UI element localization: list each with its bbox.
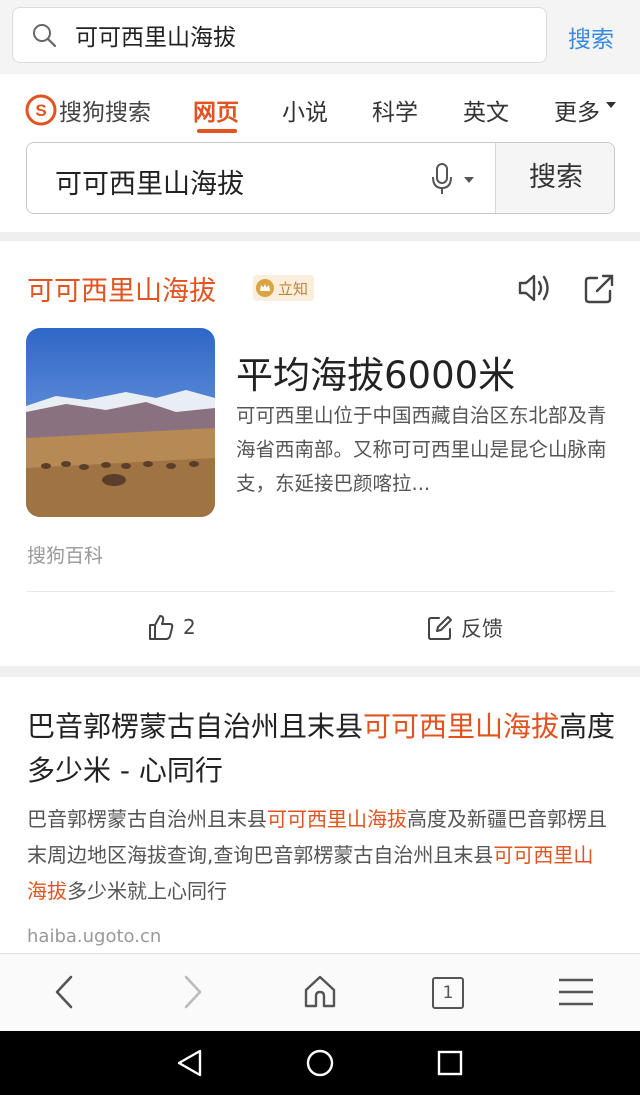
result-snippet: 巴音郭楞蒙古自治州且末县可可西里山海拔高度及新疆巴音郭楞且末周边地区海拔查询,查… [27, 801, 612, 909]
crown-icon [256, 279, 274, 297]
android-recents-icon[interactable] [434, 1047, 466, 1079]
back-icon[interactable] [45, 972, 85, 1012]
search-icon [33, 24, 57, 48]
thumbs-up-icon [149, 615, 174, 640]
top-search-button[interactable]: 搜索 [568, 20, 614, 54]
result-title[interactable]: 可可西里山海拔 [27, 269, 216, 308]
tab-novel[interactable]: 小说 [282, 93, 328, 127]
edit-icon [428, 616, 452, 640]
speaker-icon[interactable] [516, 271, 552, 305]
sogou-logo-icon: S [25, 94, 57, 126]
sogou-header: S 搜狗搜索 网页 小说 科学 英文 更多 可可西里山海拔 搜索 [0, 74, 640, 232]
landscape-image [26, 328, 215, 517]
browser-bottom-bar [0, 953, 640, 1031]
search-button[interactable]: 搜索 [495, 143, 614, 213]
home-icon[interactable] [300, 972, 340, 1012]
android-back-icon[interactable] [174, 1047, 206, 1079]
menu-icon[interactable] [556, 972, 596, 1012]
sogou-logo[interactable]: S 搜狗搜索 [25, 93, 151, 127]
like-count: 2 [183, 615, 196, 639]
active-tab-indicator [197, 129, 237, 133]
badge-label: 立知 [278, 279, 309, 298]
search-input[interactable]: 可可西里山海拔 [55, 162, 244, 201]
android-nav-bar [0, 1031, 640, 1095]
like-button[interactable]: 2 [147, 613, 196, 641]
more-dropdown-icon[interactable] [606, 102, 616, 108]
title-text: 巴音郭楞蒙古自治州且末县 [27, 710, 364, 743]
feedback-button[interactable]: 反馈 [427, 613, 503, 643]
title-highlight: 可可西里山海拔 [363, 710, 560, 743]
result-source[interactable]: 搜狗百科 [27, 541, 103, 568]
snippet-text: 巴音郭楞蒙古自治州且末县 [27, 807, 267, 831]
result-url[interactable]: haiba.ugoto.cn [27, 926, 161, 947]
browser-top-bar: 可可西里山海拔 搜索 [0, 0, 640, 74]
divider [27, 591, 615, 592]
android-home-icon[interactable] [304, 1047, 336, 1079]
result-title-link[interactable]: 巴音郭楞蒙古自治州且末县可可西里山海拔高度多少米 - 心同行 [27, 705, 617, 793]
feedback-label: 反馈 [461, 617, 503, 641]
sogou-logo-text: 搜狗搜索 [59, 100, 151, 126]
mic-icon[interactable] [429, 162, 455, 196]
share-icon[interactable] [583, 273, 615, 305]
tab-more[interactable]: 更多 [554, 93, 600, 127]
snippet-text: 多少米就上心同行 [67, 879, 227, 903]
tab-count-button[interactable]: 1 [432, 977, 464, 1009]
snippet-highlight: 可可西里山海拔 [267, 807, 407, 831]
lizhi-badge: 立知 [253, 275, 315, 301]
result-thumbnail[interactable] [26, 328, 215, 517]
address-bar[interactable]: 可可西里山海拔 [12, 7, 547, 63]
result-card: 巴音郭楞蒙古自治州且末县可可西里山海拔高度多少米 - 心同行 巴音郭楞蒙古自治州… [0, 677, 640, 953]
answer-description: 可可西里山位于中国西藏自治区东北部及青海省西南部。又称可可西里山是昆仑山脉南支，… [236, 404, 607, 495]
tab-science[interactable]: 科学 [372, 93, 418, 127]
tab-web[interactable]: 网页 [193, 93, 239, 127]
svg-text:S: S [35, 101, 46, 120]
sogou-search-box: 可可西里山海拔 搜索 [26, 142, 615, 214]
knowledge-card: 可可西里山海拔 立知 平均海拔6000米 可可西里山位于中国西藏自治区东北部及青… [0, 241, 640, 666]
answer-headline: 平均海拔6000米 [236, 354, 516, 397]
tab-english[interactable]: 英文 [463, 93, 509, 127]
address-text: 可可西里山海拔 [75, 25, 236, 51]
forward-icon[interactable] [172, 972, 212, 1012]
voice-dropdown-icon[interactable] [464, 177, 474, 183]
